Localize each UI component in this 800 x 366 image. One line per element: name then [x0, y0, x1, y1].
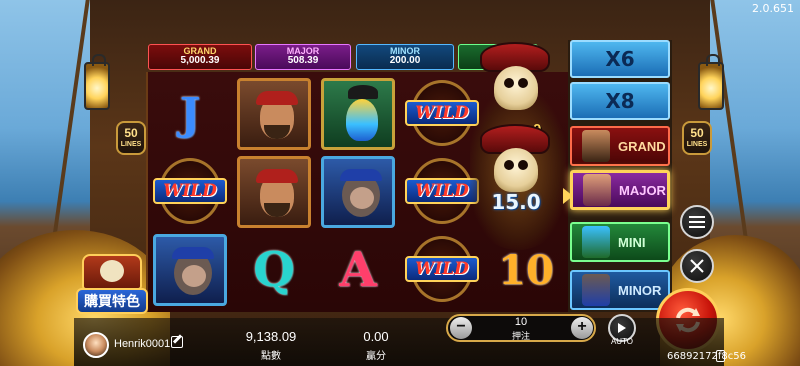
column-row-major-label: MAJOR: [619, 182, 666, 198]
column-row-grand: GRAND: [570, 126, 670, 166]
feature-toggle-button[interactable]: [680, 249, 714, 283]
parrot-hat: [348, 85, 378, 99]
parrot-portrait-icon: [321, 78, 395, 150]
monkey-avatar-icon: [582, 274, 610, 306]
lantern-left-icon: [84, 54, 110, 110]
skull-multiplier: 15.0: [491, 190, 541, 214]
column-row-minor: MINOR: [570, 270, 670, 310]
skull-eye: [504, 160, 514, 170]
column-row-minor-label: MINOR: [618, 282, 662, 298]
lines-label: LINES: [120, 141, 142, 148]
skull-icon: [100, 260, 124, 282]
auto-label: AUTO: [610, 337, 634, 346]
bet-increase-button[interactable]: +: [571, 317, 593, 339]
monkey-portrait-icon: [153, 234, 227, 306]
jackpot-grand: GRAND 5,000.39: [148, 44, 252, 70]
symbol-wild: WILD: [402, 232, 482, 308]
pirate-avatar-icon: [582, 130, 610, 162]
wild-label: WILD: [153, 178, 227, 204]
symbol-monkey: [150, 232, 230, 308]
letter-j: J: [179, 88, 201, 140]
monkey-bandana: [172, 247, 214, 259]
column-row-mini-label: MINI: [618, 234, 646, 250]
pirate-bandana: [256, 169, 298, 183]
jackpot-minor: MINOR 200.00: [356, 44, 454, 70]
wild-label: WILD: [405, 100, 479, 126]
bet-label: 押注: [511, 331, 530, 341]
buy-feature-button[interactable]: 購買特色: [74, 248, 150, 320]
symbol-parrot: [318, 76, 398, 152]
parrot-body: [346, 99, 378, 141]
bet-decrease-button[interactable]: −: [450, 317, 472, 339]
monkey-face: [182, 265, 206, 287]
jackpot-grand-value: 5,000.39: [180, 55, 220, 67]
crossed-swords-icon: [690, 259, 704, 273]
pirate-skull-icon: [476, 42, 556, 132]
lines-count: 50: [124, 126, 138, 140]
wild-symbol: WILD: [151, 156, 229, 228]
parrot-avatar-icon: [582, 226, 610, 258]
player-avatar[interactable]: [83, 332, 109, 358]
balance-value: 9,138.09: [245, 329, 297, 344]
wild-symbol: WILD: [403, 234, 481, 306]
lantern-right-icon: [698, 54, 724, 110]
multiplier-x8: X8: [570, 82, 670, 120]
monkey-bandana: [340, 169, 382, 181]
multiplier-column: X6 X8 GRAND MAJOR MINI MINOR: [568, 40, 672, 312]
highlight-arrow-icon: [563, 188, 573, 204]
symbol-wild: WILD: [150, 154, 230, 230]
jackpot-minor-value: 200.00: [389, 55, 421, 67]
player-username: Henrik0001: [114, 338, 171, 350]
wild-label: WILD: [405, 256, 479, 282]
session-id: 66892172f8c56: [667, 351, 747, 362]
pirate-captain-icon: [237, 156, 311, 228]
monkey-portrait-icon: [321, 156, 395, 228]
letter-q: Q: [253, 242, 295, 298]
win-label: 贏分: [366, 351, 386, 362]
lines-badge-left: 50 LINES: [116, 121, 146, 155]
bet-value: 10: [514, 316, 528, 328]
jackpot-major: MAJOR 508.39: [255, 44, 351, 70]
pirate-skull-icon: 15.0: [476, 124, 556, 214]
lines-count: 50: [690, 126, 704, 140]
menu-button[interactable]: [680, 205, 714, 239]
pirate-woman-icon: [583, 174, 611, 206]
symbol-a: A: [318, 232, 398, 308]
skull-head: [494, 66, 538, 110]
lines-badge-right: 50 LINES: [682, 121, 712, 155]
pirate-captain-icon: [237, 78, 311, 150]
multiplier-x6: X6: [570, 40, 670, 78]
column-row-mini: MINI: [570, 222, 670, 262]
column-row-major: MAJOR: [570, 170, 670, 210]
skull-eye: [518, 160, 528, 170]
jackpot-major-value: 508.39: [287, 55, 319, 67]
lines-label: LINES: [686, 141, 708, 148]
pirate-bandana: [256, 91, 298, 105]
version-label: 2.0.651: [752, 2, 794, 15]
hamburger-icon: [689, 216, 705, 228]
buy-feature-label: 購買特色: [76, 288, 148, 314]
wild-label: WILD: [405, 178, 479, 204]
edit-icon[interactable]: [171, 336, 183, 348]
balance-label: 點數: [261, 351, 281, 362]
device-icon: [716, 350, 725, 362]
symbol-q: Q: [234, 232, 314, 308]
column-row-grand-label: GRAND: [618, 138, 666, 154]
skull-head: [494, 148, 538, 192]
symbol-pirate: [234, 76, 314, 152]
win-value: 0.00: [363, 329, 389, 344]
monkey-face: [350, 187, 374, 209]
skull-eye: [518, 78, 528, 88]
letter-ten: 10: [498, 246, 554, 294]
symbol-pirate: [234, 154, 314, 230]
symbol-j: J: [150, 76, 230, 152]
skull-eye: [504, 78, 514, 88]
letter-a: A: [339, 242, 377, 298]
symbol-monkey: [318, 154, 398, 230]
play-icon: [618, 323, 626, 333]
